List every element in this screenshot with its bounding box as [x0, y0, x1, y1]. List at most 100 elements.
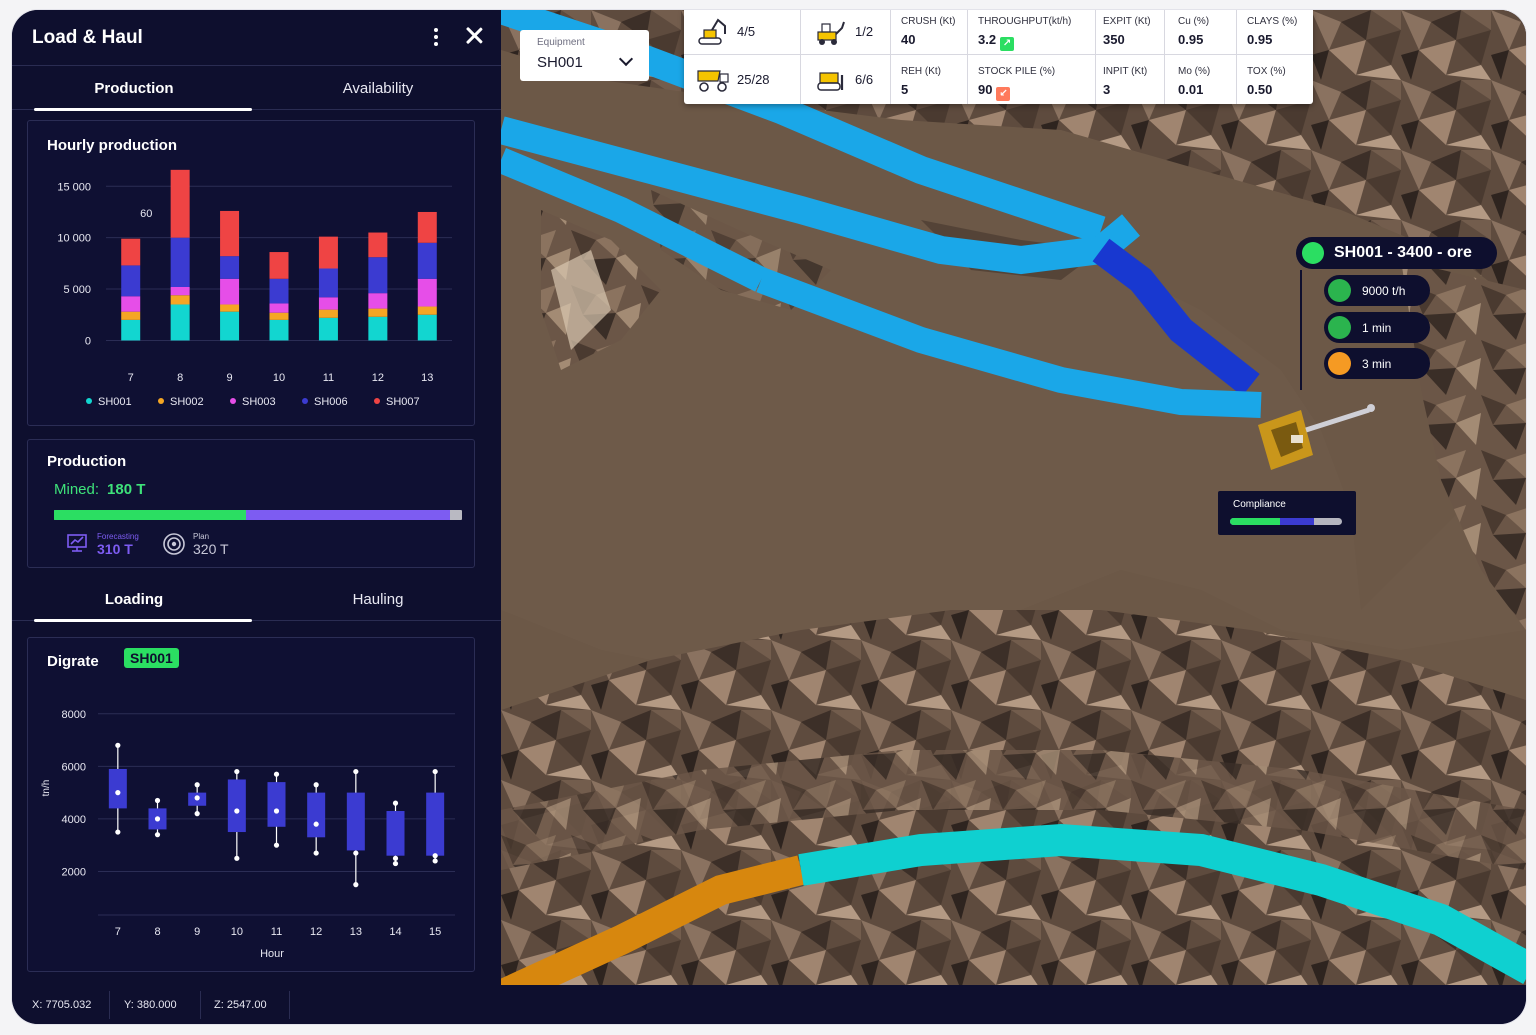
bar-segment-sh006: [368, 257, 388, 294]
expit-label: EXPIT (Kt): [1103, 16, 1151, 27]
equipment-select-value: SH001: [537, 54, 583, 71]
compliance-actual-fill: [1230, 518, 1281, 525]
loader-icon: [817, 21, 845, 45]
bar-segment-sh003: [121, 296, 141, 312]
status-dot: [1302, 242, 1324, 264]
crush-label: CRUSH (Kt): [901, 16, 956, 27]
forecasting-chart-icon: [67, 534, 87, 552]
bar-segment-sh007: [121, 238, 141, 266]
bar-segment-sh002: [269, 312, 289, 320]
tab-loading[interactable]: Loading: [12, 577, 256, 622]
box-body: [227, 779, 246, 833]
equipment-tooltip[interactable]: SH001 - 3400 - ore: [1296, 237, 1497, 269]
box-body: [386, 811, 405, 856]
bar-segment-sh007: [170, 169, 190, 238]
plan-value: 320 T: [193, 541, 229, 557]
box-min-point: [115, 829, 121, 835]
box-max-point: [234, 768, 240, 775]
x-tick-label: 13: [350, 926, 362, 938]
bar-segment-sh001: [220, 311, 240, 341]
mined-summary: Mined: 180 T: [54, 481, 145, 498]
tab-production[interactable]: Production: [12, 66, 256, 111]
box-body: [307, 792, 326, 838]
box-body: [346, 792, 365, 851]
throughput-label: THROUGHPUT(kt/h): [978, 16, 1072, 27]
box-median-point: [353, 850, 359, 856]
bar-segment-sh002: [170, 295, 190, 305]
legend-dot-sh001: [86, 398, 92, 404]
trend-down-icon: ↙: [996, 87, 1011, 101]
close-icon[interactable]: [462, 24, 486, 48]
equipment-select[interactable]: Equipment SH001: [520, 30, 649, 81]
box-median-point: [432, 853, 438, 859]
coordinates-bar: X: 7705.032 Y: 380.000 Z: 2547.00: [12, 985, 1526, 1024]
box-median-point: [154, 816, 161, 822]
bar-segment-sh002: [417, 306, 437, 315]
dozer-count: 6/6: [855, 72, 874, 87]
hourly-production-card: Hourly production 15 000 10 000 5 000 0 7 8 9 1…: [27, 120, 475, 426]
box-max-point: [432, 768, 438, 775]
bar-segment-sh001: [170, 304, 190, 341]
box-max-point: [392, 800, 399, 806]
dozer-icon: [817, 72, 844, 91]
haul-truck-count: 25/28: [737, 72, 770, 87]
mine-map-view[interactable]: Equipment SH001 4/5 1/2 25/28 6/6 CRUSH …: [501, 10, 1526, 985]
bar-segment-sh002: [121, 311, 141, 320]
more-options-icon[interactable]: [430, 26, 442, 50]
bar-segment-sh003: [220, 278, 240, 305]
tab-hauling[interactable]: Hauling: [256, 577, 500, 621]
y-tick-label: 10 000: [57, 233, 91, 245]
forecasting-value: 310 T: [97, 541, 133, 557]
bar-segment-sh001: [368, 316, 388, 341]
excavator-icon: [698, 18, 726, 45]
bar-segment-sh006: [220, 256, 240, 279]
compliance-bar: [1230, 518, 1342, 525]
panel-title: Load & Haul: [32, 27, 143, 48]
plan-label: Plan: [193, 532, 210, 541]
box-max-point: [115, 742, 121, 748]
x-tick-label: 9: [194, 926, 200, 938]
stockpile-label: STOCK PILE (%): [978, 66, 1056, 77]
legend-label-sh002: SH002: [170, 396, 204, 408]
y-axis-title: tn/h: [41, 780, 52, 797]
compliance-widget: Compliance: [1218, 491, 1356, 535]
y-tick-label: 2000: [62, 866, 86, 878]
equipment-tooltip-title: SH001 - 3400 - ore: [1334, 244, 1472, 261]
bar-segment-sh003: [368, 293, 388, 309]
terrain-map[interactable]: [501, 10, 1526, 985]
bar-segment-sh006: [318, 268, 338, 298]
app-window: Load & Haul Production Availability Hour…: [12, 10, 1526, 1024]
box-max-point: [154, 797, 161, 804]
bar-segment-sh007: [417, 211, 437, 243]
bar-segment-sh006: [269, 278, 289, 304]
reh-label: REH (Kt): [901, 66, 941, 77]
x-tick-label: 7: [115, 926, 121, 938]
sub-tabs: Loading Hauling: [12, 577, 501, 622]
x-tick-label: 14: [389, 926, 401, 938]
load-time-value: 1 min: [1362, 321, 1392, 335]
mined-progress-fill: [54, 510, 246, 520]
mo-label: Mo (%): [1178, 66, 1211, 77]
box-min-point: [392, 860, 399, 867]
bar-segment-sh003: [318, 297, 338, 310]
rate-value: 9000 t/h: [1362, 284, 1406, 298]
x-tick-label: 10: [231, 926, 243, 938]
load-haul-panel: Load & Haul Production Availability Hour…: [12, 10, 501, 985]
digrate-card: Digrate SH001 8000 6000 4000 2000 7 8 9 10 11 12 1…: [27, 637, 475, 972]
bar-segment-sh003: [170, 287, 190, 296]
tab-availability[interactable]: Availability: [256, 66, 500, 110]
mined-value: 180 T: [107, 481, 146, 498]
plan-target-icon: [163, 533, 185, 555]
bar-segment-sh007: [220, 210, 240, 257]
stockpile-value: 90 ↙: [978, 82, 1011, 101]
bar-segment-sh001: [269, 319, 289, 341]
wait-time-value: 3 min: [1362, 357, 1392, 371]
coord-z: Z: 2547.00: [214, 999, 267, 1011]
mined-label: Mined:: [54, 481, 100, 498]
mo-value: 0.01: [1178, 82, 1204, 97]
load-time-pill: 1 min: [1324, 312, 1430, 343]
x-tick-label: 7: [128, 372, 134, 384]
box-min-point: [194, 811, 200, 817]
production-card: Production Mined: 180 T Forecasting 310 T: [27, 439, 475, 568]
x-tick-label: 12: [372, 372, 384, 384]
